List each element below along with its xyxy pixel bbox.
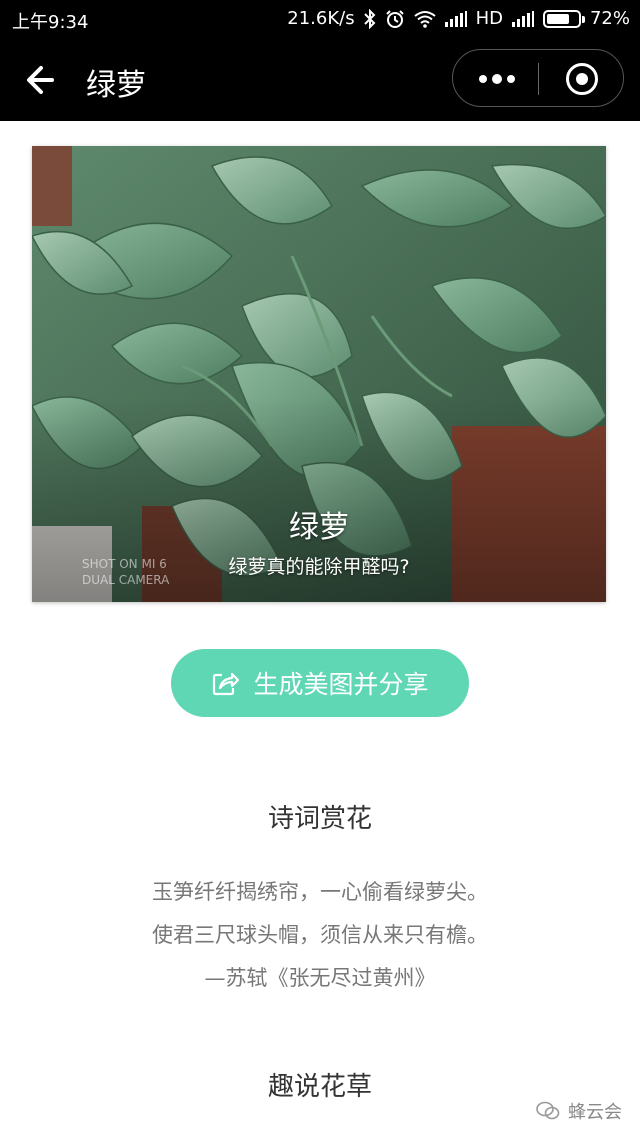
brand-text: 蜂云会 [568,1102,622,1123]
signal-icon [444,10,467,27]
hero-image: SHOT ON MI 6 DUAL CAMERA 绿萝 绿萝真的能除甲醛吗? [32,146,606,602]
battery-icon [542,9,585,28]
poem-attribution: —苏轼《张无尽过黄州》 [204,966,436,990]
signal-icon-2 [511,10,534,27]
page-title: 绿萝 [86,68,146,103]
alarm-icon [385,9,404,28]
poem-section-title: 诗词赏花 [267,804,372,834]
hero-title: 绿萝 [289,510,349,545]
bluetooth-icon [363,8,375,29]
share-button-label: 生成美图并分享 [253,670,429,699]
status-right: 21.6K/s HD 72% [287,8,630,29]
wechat-icon [536,1101,560,1120]
hero-subtitle: 绿萝真的能除甲醛吗? [228,556,410,578]
wifi-icon [413,10,436,28]
poem-line-2: 使君三尺球头帽，须信从来只有檐。 [152,923,488,947]
battery-fill [546,13,569,24]
target-close-dot [576,73,588,85]
close-button[interactable] [539,50,625,108]
poem-line-1: 玉笋纤纤揭绣帘，一心偷看绿萝尖。 [152,880,488,904]
status-bar: 上午9:34 21.6K/s HD 72% [0,0,640,40]
arrow-left-icon [27,66,54,94]
battery-percent: 72% [589,8,630,29]
mini-program-capsule [452,49,624,107]
network-type: HD [475,8,503,29]
brand-watermark: 蜂云会 [536,1098,622,1124]
nav-bar: 绿萝 [0,40,640,121]
back-button[interactable] [22,58,66,102]
network-speed: 21.6K/s [287,8,355,29]
share-button[interactable]: 生成美图并分享 [171,649,469,717]
share-icon [213,672,240,696]
more-button[interactable] [453,50,539,108]
status-time: 上午9:34 [12,12,89,33]
